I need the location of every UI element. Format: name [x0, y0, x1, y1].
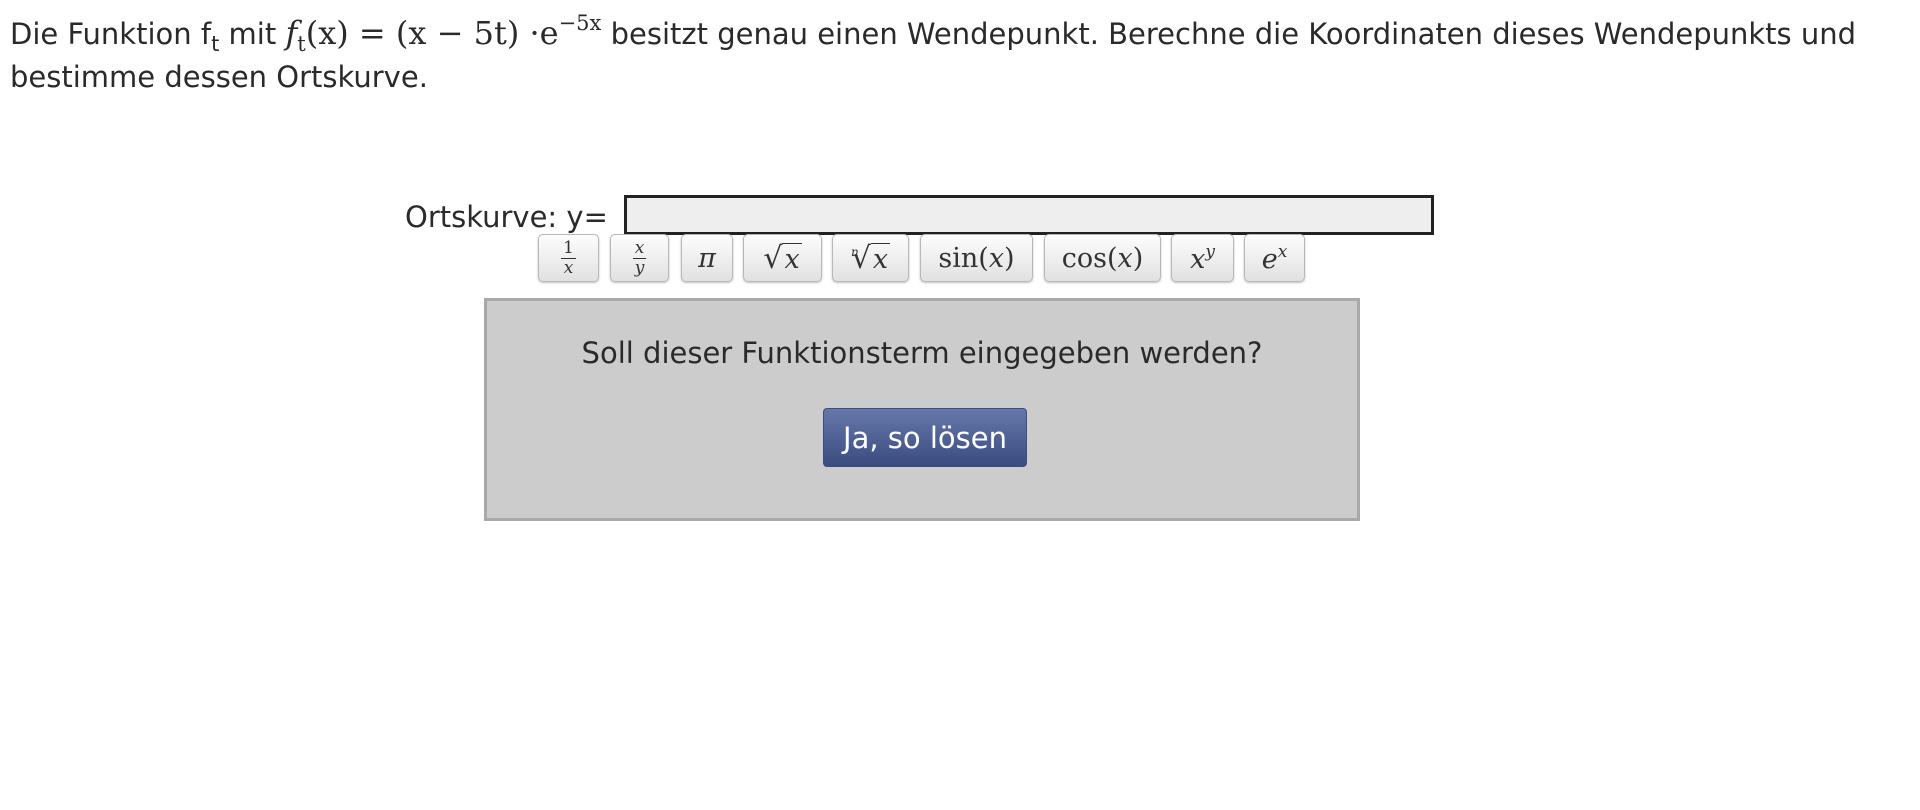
task-intro-mid: mit	[219, 17, 286, 51]
nth-root-sign: √	[851, 240, 871, 276]
nth-root-button[interactable]: n√x	[832, 234, 909, 282]
cos-argument: x	[1117, 242, 1133, 274]
sin-icon: sin(x)	[938, 243, 1014, 274]
sqrt-button[interactable]: √x	[743, 234, 822, 282]
reciprocal-numerator: 1	[561, 237, 576, 259]
sin-button[interactable]: sin(x)	[920, 234, 1033, 282]
ortskurve-input[interactable]	[624, 195, 1434, 235]
power-button[interactable]: xy	[1171, 234, 1234, 282]
cos-icon: cos(x)	[1062, 243, 1144, 274]
confirm-solve-button[interactable]: Ja, so lösen	[823, 408, 1027, 467]
confirm-dialog: Soll dieser Funktionsterm eingegeben wer…	[484, 298, 1360, 521]
exp-exponent: x	[1277, 241, 1288, 262]
cos-function: cos(	[1061, 242, 1118, 274]
formula-function-name: f	[285, 14, 298, 52]
sin-argument: x	[988, 242, 1005, 274]
reciprocal-denominator: x	[563, 257, 574, 278]
nth-root-argument: x	[870, 242, 891, 275]
exp-button[interactable]: ex	[1244, 234, 1305, 282]
task-text: Die Funktion f t mit ft(x) = (x − 5t) ·e−…	[10, 12, 1910, 99]
formula-subscript: t	[297, 32, 306, 56]
power-base: x	[1190, 243, 1206, 275]
pi-icon: π	[698, 242, 716, 274]
power-exponent: y	[1205, 241, 1215, 262]
confirm-question: Soll dieser Funktionsterm eingegeben wer…	[581, 336, 1263, 370]
sqrt-sign: √	[763, 240, 783, 276]
fraction-button[interactable]: x y	[610, 234, 669, 282]
exp-icon: ex	[1262, 242, 1288, 275]
nth-root-icon: n√x	[851, 240, 891, 276]
formula-body: (x) = (x − 5t) ·e	[305, 14, 559, 52]
sin-function: sin(	[938, 242, 989, 274]
sqrt-argument: x	[782, 242, 802, 275]
task-formula: ft(x) = (x − 5t) ·e−5x	[285, 11, 602, 55]
reciprocal-button[interactable]: 1 x	[538, 234, 599, 282]
fraction-denominator: y	[634, 257, 645, 278]
pi-button[interactable]: π	[681, 234, 733, 282]
sin-close: )	[1004, 242, 1015, 274]
fraction-icon: x y	[632, 237, 647, 278]
power-icon: xy	[1190, 242, 1215, 275]
cos-button[interactable]: cos(x)	[1044, 234, 1161, 282]
sqrt-icon: √x	[763, 240, 802, 276]
ortskurve-label: Ortskurve: y=	[405, 200, 608, 234]
cos-close: )	[1132, 242, 1144, 274]
fraction-numerator: x	[632, 237, 647, 259]
reciprocal-icon: 1 x	[561, 237, 576, 278]
exp-base: e	[1261, 243, 1278, 275]
formula-exponent: −5x	[558, 11, 602, 35]
task-intro: Die Funktion f	[10, 17, 212, 51]
